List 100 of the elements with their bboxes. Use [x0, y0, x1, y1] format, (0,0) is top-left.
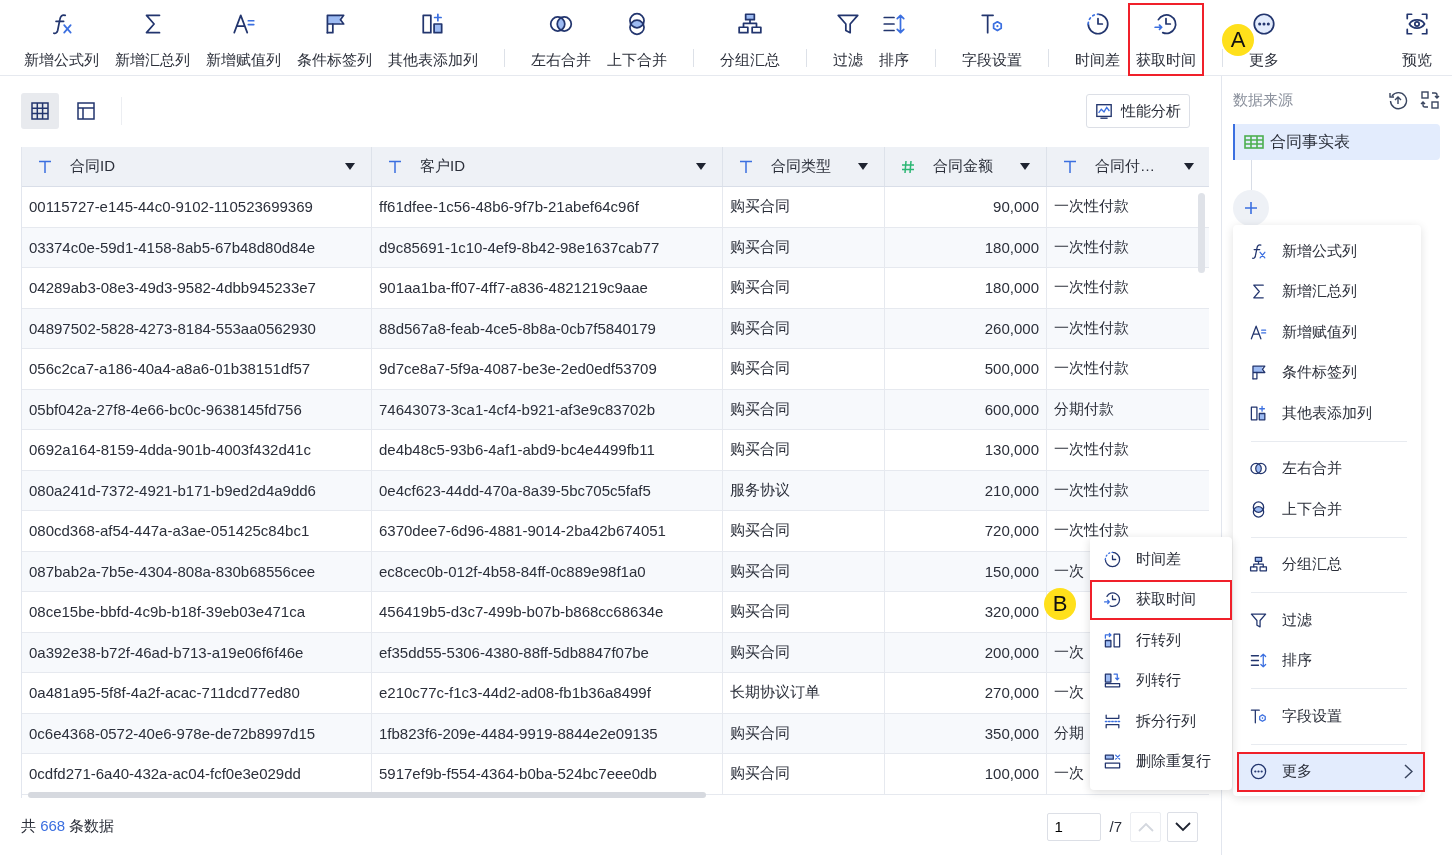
add-column-icon: [420, 11, 446, 37]
column-header[interactable]: 合同付…: [1047, 147, 1209, 186]
menu-item[interactable]: 左右合并: [1237, 448, 1421, 489]
caret-icon[interactable]: [1020, 163, 1030, 170]
data-source-item[interactable]: 合同事实表: [1233, 124, 1440, 160]
table-cell: 0e4cf623-44dd-470a-8a39-5bc705c5faf5: [372, 470, 723, 511]
toolbar-button[interactable]: 过滤: [825, 3, 871, 76]
panel-title: 数据来源: [1233, 90, 1294, 110]
menu-item[interactable]: 字段设置: [1237, 696, 1421, 737]
swap-icon[interactable]: [1420, 90, 1440, 110]
menu-item[interactable]: 新增赋值列: [1237, 312, 1421, 353]
menu-item[interactable]: 新增汇总列: [1237, 271, 1421, 312]
plus-icon: [1245, 202, 1257, 214]
toolbar-button[interactable]: 条件标签列: [289, 3, 380, 76]
toolbar-button[interactable]: 时间差: [1067, 3, 1128, 76]
record-count: 共 668 条数据: [21, 817, 115, 836]
spreadsheet-icon: [1244, 135, 1264, 149]
table-cell: 130,000: [885, 430, 1047, 471]
table-cell: 购买合同: [723, 511, 885, 552]
menu-item[interactable]: 条件标签列: [1237, 352, 1421, 393]
hierarchy-icon: [737, 11, 763, 37]
table-cell: 一次性付款: [1047, 430, 1209, 471]
toolbar-button[interactable]: 新增赋值列: [198, 3, 289, 76]
toolbar-button[interactable]: 新增公式列: [16, 3, 107, 76]
table-cell: 购买合同: [723, 430, 885, 471]
toolbar-button[interactable]: 新增汇总列: [107, 3, 198, 76]
column-header[interactable]: 合同金额: [885, 147, 1047, 186]
next-page-button[interactable]: [1167, 811, 1198, 842]
table-cell: ef35dd55-5306-4380-88ff-5db8847f07be: [372, 632, 723, 673]
text-type-icon: [1063, 159, 1077, 174]
menu-item[interactable]: 过滤: [1237, 600, 1421, 641]
table-cell: 04897502-5828-4273-8184-553aa0562930: [22, 308, 372, 349]
more-icon: [1251, 11, 1277, 37]
scrollbar[interactable]: [28, 792, 706, 798]
table-cell: 购买合同: [723, 308, 885, 349]
table-cell: 056c2ca7-a186-40a4-a8a6-01b38151df57: [22, 349, 372, 390]
table-cell: 04289ab3-08e3-49d3-9582-4dbb945233e7: [22, 268, 372, 309]
table-cell: ff61dfee-1c56-48b6-9f7b-21abef64c96f: [372, 187, 723, 228]
table-cell: 88d567a8-feab-4ce5-8b8a-0cb7f5840179: [372, 308, 723, 349]
menu-item[interactable]: 新增公式列: [1237, 231, 1421, 272]
table-cell: 260,000: [885, 308, 1047, 349]
add-button[interactable]: [1233, 190, 1269, 226]
menu-item[interactable]: 其他表添加列: [1237, 393, 1421, 434]
scrollbar[interactable]: [1198, 193, 1205, 273]
table-cell: 0692a164-8159-4dda-901b-4003f432d41c: [22, 430, 372, 471]
column-title: 合同付…: [1095, 157, 1156, 176]
table-cell: 180,000: [885, 268, 1047, 309]
menu-item[interactable]: 更多: [1237, 751, 1425, 792]
history-icon[interactable]: [1388, 90, 1408, 110]
sort-icon: [881, 11, 907, 37]
table-cell: 90,000: [885, 187, 1047, 228]
caret-icon[interactable]: [858, 163, 868, 170]
column-header[interactable]: 客户ID: [372, 147, 723, 186]
toolbar-button[interactable]: 分组汇总: [712, 3, 788, 76]
table-cell: 456419b5-d3c7-499b-b07b-b868cc68634e: [372, 592, 723, 633]
table-cell: 购买合同: [723, 754, 885, 795]
toolbar-button[interactable]: 左右合并: [523, 3, 599, 76]
table-cell: 0c6e4368-0572-40e6-978e-de72b8997d15: [22, 713, 372, 754]
table-cell: 901aa1ba-ff07-4ff7-a836-4821219c9aae: [372, 268, 723, 309]
table-cell: 05bf042a-27f8-4e66-bc0c-9638145fd756: [22, 389, 372, 430]
column-title: 客户ID: [420, 157, 466, 176]
table-cell: 210,000: [885, 470, 1047, 511]
page-input[interactable]: 1: [1047, 812, 1102, 841]
toolbar-button[interactable]: 预览: [1394, 3, 1440, 76]
table-cell: 服务协议: [723, 470, 885, 511]
menu-item[interactable]: 排序: [1237, 640, 1421, 681]
table-cell: 1fb823f6-209e-4484-9919-8844e2e09135: [372, 713, 723, 754]
caret-icon[interactable]: [696, 163, 706, 170]
table-cell: 购买合同: [723, 268, 885, 309]
table-cell: 350,000: [885, 713, 1047, 754]
add-column-icon: [1249, 403, 1268, 423]
menu-item[interactable]: 分组汇总: [1237, 544, 1421, 585]
table-cell: 100,000: [885, 754, 1047, 795]
table-cell: 180,000: [885, 227, 1047, 268]
chevron-right-icon: [1404, 764, 1413, 780]
function-icon: [1249, 241, 1268, 261]
table-cell: 购买合同: [723, 551, 885, 592]
toolbar-button[interactable]: 排序: [871, 3, 917, 76]
table-cell: 购买合同: [723, 349, 885, 390]
toolbar-button[interactable]: 字段设置: [954, 3, 1030, 76]
caret-icon[interactable]: [345, 163, 355, 170]
table-cell: 购买合同: [723, 592, 885, 633]
toolbar-button[interactable]: 上下合并: [599, 3, 675, 76]
toolbar-button[interactable]: 其他表添加列: [380, 3, 486, 76]
menu-item[interactable]: 获取时间: [1090, 579, 1232, 620]
column-header[interactable]: 合同ID: [22, 147, 372, 186]
table-cell: 分期付款: [1047, 389, 1209, 430]
toolbar-button[interactable]: 获取时间: [1128, 3, 1204, 76]
table-cell: 080a241d-7372-4921-b171-b9ed2d4a9dd6: [22, 470, 372, 511]
grid-view-button[interactable]: [21, 93, 59, 129]
performance-button[interactable]: 性能分析: [1086, 94, 1190, 128]
menu-item[interactable]: 上下合并: [1237, 489, 1421, 530]
caret-icon[interactable]: [1184, 163, 1194, 170]
table-cell: 购买合同: [723, 187, 885, 228]
table-cell: ec8cec0b-012f-4b58-84ff-0c889e98f1a0: [372, 551, 723, 592]
page-total: /7: [1109, 818, 1122, 835]
table-cell: 270,000: [885, 673, 1047, 714]
table-cell: 0a392e38-b72f-46ad-b713-a19e06f6f46e: [22, 632, 372, 673]
eye-icon: [1404, 11, 1430, 37]
column-header[interactable]: 合同类型: [723, 147, 885, 186]
